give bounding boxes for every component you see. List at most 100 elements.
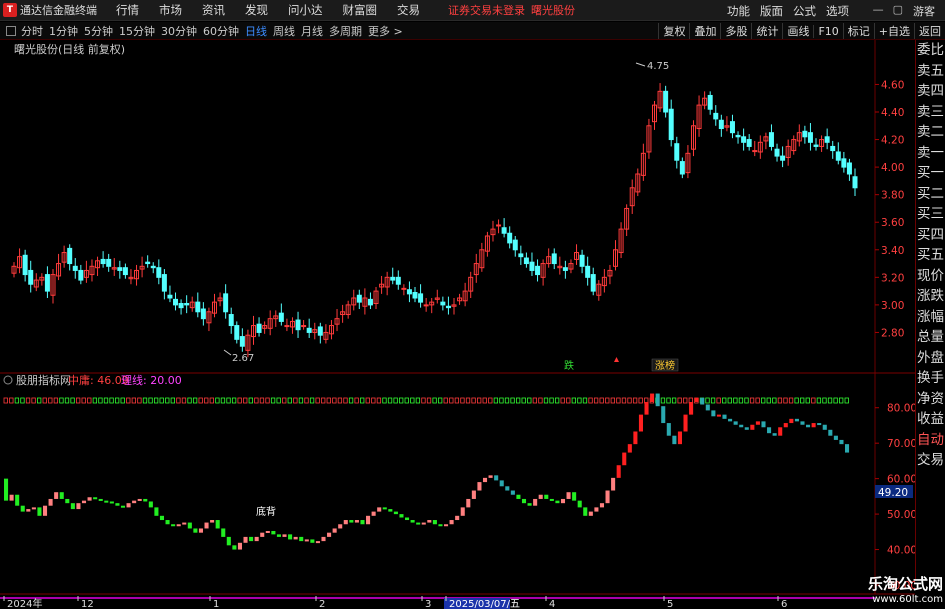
signal-dot [231, 397, 237, 404]
signal-dot [48, 397, 53, 404]
menu-item-trade[interactable]: 交易 [397, 2, 420, 18]
signal-dot [371, 397, 376, 404]
indicator-bar [466, 498, 471, 508]
menu-item-news[interactable]: 资讯 [202, 2, 225, 18]
indicator-bar [806, 424, 811, 428]
period-intraday[interactable]: 分时 [21, 23, 43, 39]
period-weekly[interactable]: 周线 [273, 23, 295, 39]
side-item[interactable]: 收益 [916, 409, 945, 430]
period-multi[interactable]: 多周期 [329, 23, 362, 39]
tool-overlay[interactable]: 叠加 [689, 23, 720, 39]
main-y-tick-label: 2.80 [881, 327, 904, 339]
indicator-bar [733, 421, 738, 425]
event-marker-fall[interactable]: 跌 [564, 359, 574, 372]
period-more[interactable]: 更多 > [368, 23, 403, 39]
login-status[interactable]: 证券交易未登录 [448, 2, 525, 18]
side-item[interactable]: 买五 [916, 245, 945, 266]
main-y-tick-label: 4.00 [881, 162, 904, 174]
menu-item-wealth[interactable]: 财富圈 [343, 2, 378, 18]
main-y-axis: 4.60 4.40 4.20 4.00 3.80 3.60 3.40 3.20 3.00 2.80 [875, 79, 904, 339]
side-item[interactable]: 卖一 [916, 143, 945, 164]
indicator-bar [109, 501, 114, 504]
side-item[interactable]: 买二 [916, 184, 945, 205]
menu-item-options[interactable]: 选项 [826, 3, 849, 19]
tool-add-watchlist[interactable]: +自选 [873, 23, 914, 39]
side-item[interactable]: 自动 [916, 430, 945, 451]
signal-dot [465, 397, 471, 404]
signal-dot [270, 397, 276, 404]
tool-f10[interactable]: F10 [813, 24, 842, 38]
tool-mark[interactable]: 标记 [842, 23, 874, 39]
side-item[interactable]: 委比 [916, 40, 945, 61]
side-item[interactable]: 涨跌 [916, 286, 945, 307]
signal-dot [153, 397, 159, 404]
side-item[interactable]: 总量 [916, 327, 945, 348]
indicator-bar [845, 444, 850, 453]
signal-dot [827, 397, 833, 404]
signal-dot [159, 397, 164, 404]
candle-body [523, 257, 529, 265]
menu-item-discover[interactable]: 发现 [245, 2, 268, 18]
menu-item-ask[interactable]: 问小达 [288, 2, 323, 18]
event-marker-up-icon[interactable] [614, 357, 619, 362]
side-item[interactable]: 外盘 [916, 348, 945, 369]
period-60min[interactable]: 60分钟 [203, 23, 239, 39]
side-item[interactable]: 交易 [916, 450, 945, 471]
tool-stats[interactable]: 统计 [751, 23, 782, 39]
period-5min[interactable]: 5分钟 [84, 23, 113, 39]
indicator-bar [343, 520, 348, 525]
indicator-bar [20, 505, 25, 512]
indicator-settings-icon[interactable] [3, 375, 13, 385]
layout-toggle-icon[interactable] [6, 25, 16, 36]
side-item[interactable]: 净资 [916, 389, 945, 410]
side-item[interactable]: 卖四 [916, 81, 945, 102]
period-15min[interactable]: 15分钟 [119, 23, 155, 39]
menu-item-functions[interactable]: 功能 [727, 3, 750, 19]
side-item[interactable]: 买四 [916, 225, 945, 246]
indicator-bar [460, 507, 465, 516]
signal-dot [610, 397, 615, 404]
indicator-bar [611, 477, 616, 491]
minimize-icon[interactable]: — [873, 3, 884, 16]
tool-back[interactable]: 返回 [914, 23, 945, 39]
menu-item-markets[interactable]: 市场 [159, 2, 182, 18]
period-30min[interactable]: 30分钟 [161, 23, 197, 39]
side-item[interactable]: 换手 [916, 368, 945, 389]
side-item[interactable]: 卖二 [916, 122, 945, 143]
indicator-bar [499, 480, 504, 487]
period-monthly[interactable]: 月线 [301, 23, 323, 39]
side-item[interactable]: 卖三 [916, 102, 945, 123]
side-item[interactable]: 卖五 [916, 61, 945, 82]
menu-item-formula[interactable]: 公式 [793, 3, 816, 19]
indicator-bar [371, 511, 376, 516]
signal-dot [37, 397, 42, 404]
period-1min[interactable]: 1分钟 [49, 23, 78, 39]
tool-multi-stock[interactable]: 多股 [720, 23, 751, 39]
side-item[interactable]: 现价 [916, 266, 945, 287]
tool-draw[interactable]: 画线 [782, 23, 813, 39]
signal-dot [181, 397, 187, 404]
indicator-bar [377, 507, 382, 512]
bottom-divergence-label: 底背 [256, 505, 276, 518]
indicator-bar [722, 414, 727, 419]
maximize-icon[interactable]: ▢ [893, 3, 903, 16]
period-daily[interactable]: 日线 [245, 23, 267, 39]
menu-item-market[interactable]: 行情 [116, 2, 139, 18]
side-item[interactable]: 涨幅 [916, 307, 945, 328]
tool-adjust[interactable]: 复权 [658, 23, 689, 39]
guest-user[interactable]: 游客 [913, 3, 935, 19]
candle-body [507, 232, 513, 244]
signal-dot [87, 397, 92, 404]
x-axis-selected-date: 2025/03/07/五 [449, 599, 520, 609]
signal-dot [321, 397, 326, 404]
menu-bar: T 通达信金融终端 行情 市场 资讯 发现 问小达 财富圈 交易 证券交易未登录… [0, 0, 945, 21]
menu-item-layout[interactable]: 版面 [760, 3, 783, 19]
indicator-bar [683, 414, 688, 432]
side-item[interactable]: 买一 [916, 163, 945, 184]
candle-body [406, 289, 412, 295]
chart-area[interactable]: 曙光股份(日线 前复权) 4.60 4.40 4.20 4.00 3.80 3.60 3.4… [0, 40, 915, 609]
event-marker-rank[interactable]: 涨榜 [655, 359, 675, 372]
indicator-bar [505, 486, 510, 491]
indicator-bar [182, 522, 187, 525]
side-item[interactable]: 买三 [916, 204, 945, 225]
